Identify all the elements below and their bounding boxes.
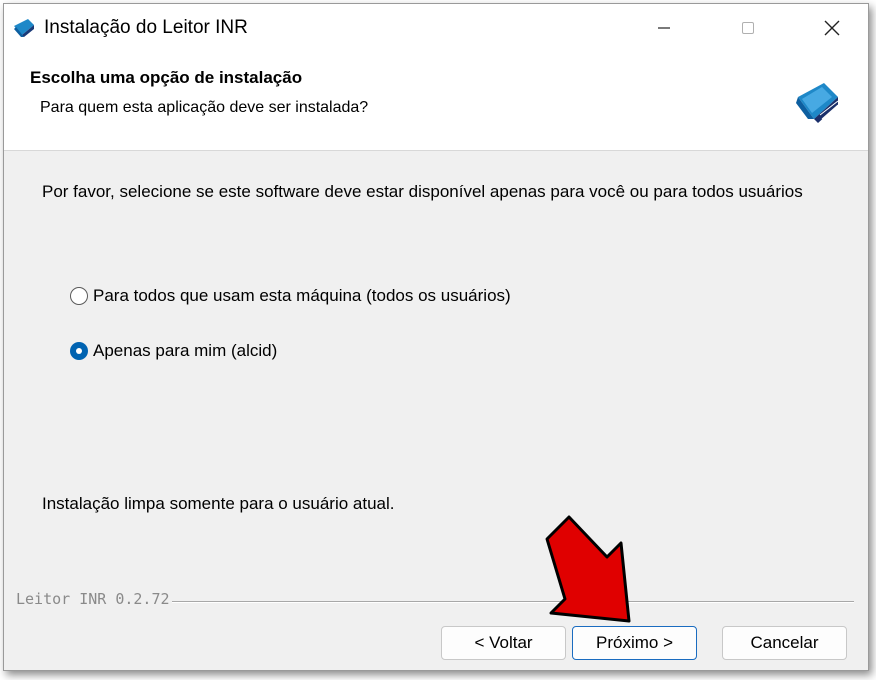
status-text: Instalação limpa somente para o usuário … — [42, 494, 395, 513]
next-button[interactable]: Próximo > — [572, 626, 697, 660]
maximize-icon — [742, 21, 754, 34]
minimize-icon — [658, 26, 670, 29]
leitor-inr-logo-icon — [796, 83, 839, 123]
option-only-me-label[interactable]: Apenas para mim (alcid) — [93, 341, 277, 361]
option-only-me[interactable]: Apenas para mim (alcid) — [70, 341, 277, 361]
back-button[interactable]: < Voltar — [441, 626, 566, 660]
wizard-header: Escolha uma opção de instalação Para que… — [4, 51, 868, 151]
window-title: Instalação do Leitor INR — [44, 17, 248, 38]
footer-divider — [172, 601, 854, 603]
cancel-button[interactable]: Cancelar — [722, 626, 847, 660]
red-arrow-annotation-icon — [545, 515, 631, 623]
page-subtitle: Para quem esta aplicação deve ser instal… — [40, 99, 369, 116]
maximize-button[interactable] — [706, 4, 790, 51]
installer-window: Instalação do Leitor INR Escolha uma opç… — [3, 3, 869, 671]
close-icon — [824, 20, 840, 35]
option-all-users-label[interactable]: Para todos que usam esta máquina (todos … — [93, 286, 511, 306]
option-all-users[interactable]: Para todos que usam esta máquina (todos … — [70, 286, 511, 306]
version-label: Leitor INR 0.2.72 — [16, 590, 170, 608]
description-text: Por favor, selecione se este software de… — [42, 182, 803, 201]
app-icon — [14, 19, 34, 37]
title-bar[interactable]: Instalação do Leitor INR — [4, 4, 868, 51]
radio-unchecked-icon[interactable] — [70, 287, 88, 305]
radio-checked-icon[interactable] — [70, 342, 88, 360]
page-title: Escolha uma opção de instalação — [30, 68, 303, 87]
close-button[interactable] — [790, 4, 868, 51]
minimize-button[interactable] — [622, 4, 706, 51]
